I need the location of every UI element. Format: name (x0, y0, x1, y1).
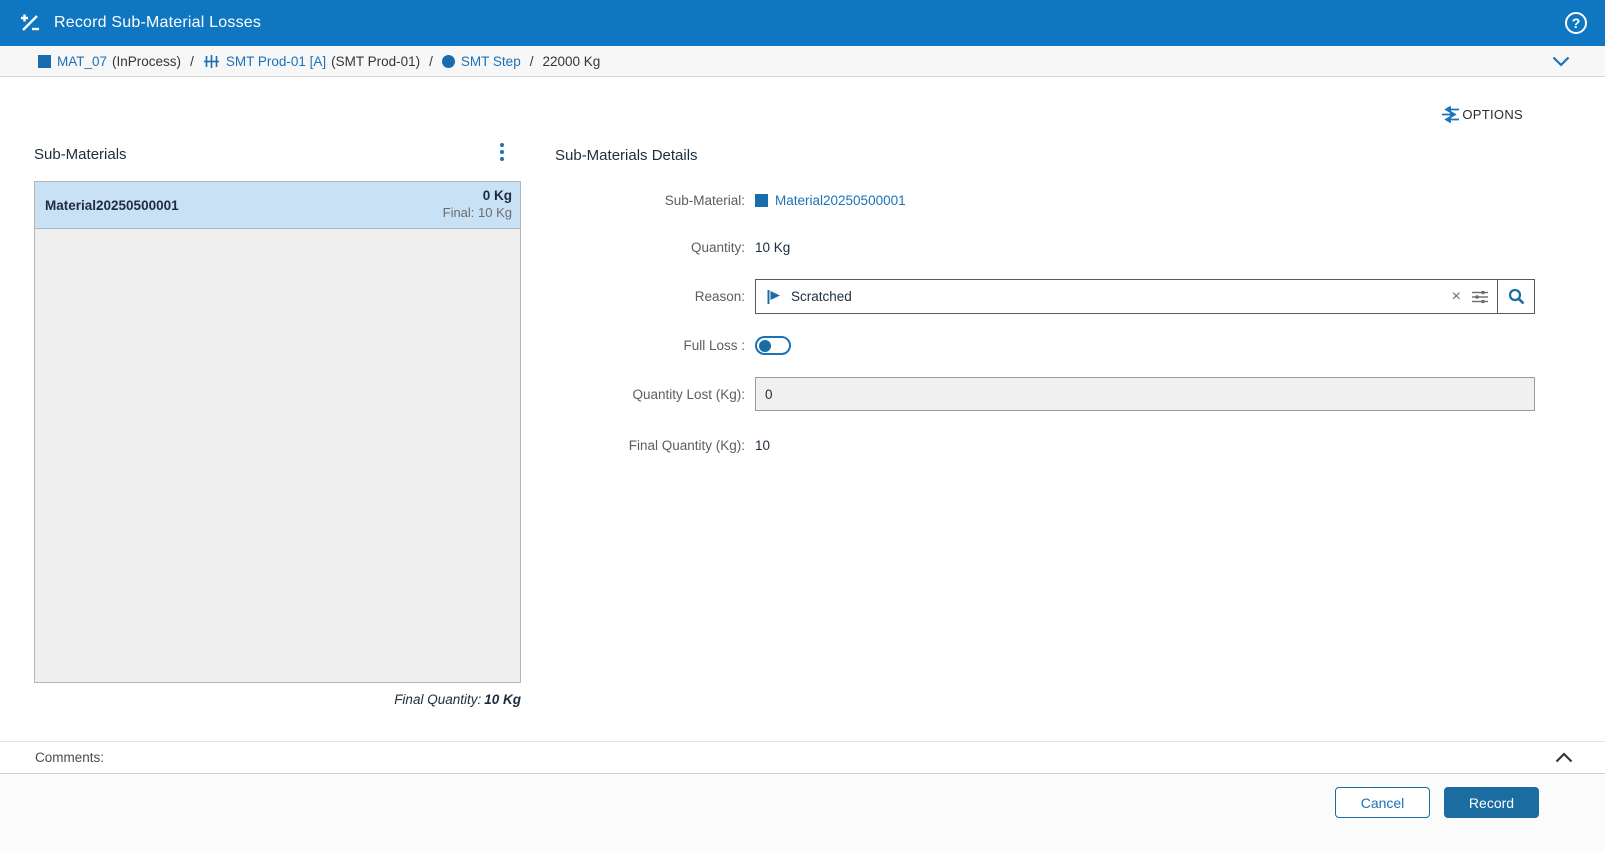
reason-value: Scratched (791, 289, 852, 304)
comments-collapse-chevron-up-icon[interactable] (1555, 752, 1573, 763)
breadcrumb-step-link[interactable]: SMT Step (461, 54, 521, 69)
options-label: OPTIONS (1462, 107, 1523, 122)
full-loss-row: Full Loss : (555, 336, 1530, 355)
reason-flag-icon (766, 289, 783, 305)
final-quantity-row: Final Quantity (Kg): 10 (555, 438, 1530, 453)
quantity-lost-row: Quantity Lost (Kg): (555, 377, 1535, 411)
breadcrumb-collapse-chevron-down-icon[interactable] (1552, 56, 1570, 67)
quantity-label: Quantity: (690, 240, 745, 255)
reason-row: Reason: Scratched × (555, 279, 1535, 314)
record-button[interactable]: Record (1444, 787, 1539, 818)
breadcrumb-separator: / (190, 53, 194, 69)
full-loss-toggle[interactable] (755, 336, 791, 355)
title-bar: Record Sub-Material Losses ? (0, 0, 1605, 46)
details-panel-title: Sub-Materials Details (555, 147, 698, 164)
reason-picker-field[interactable]: Scratched × (755, 279, 1535, 314)
list-item-lost-quantity: 0 Kg (482, 188, 512, 204)
breadcrumb-equipment-link[interactable]: SMT Prod-01 [A] (226, 54, 326, 69)
final-quantity-label: Final Quantity: (394, 692, 482, 707)
quantity-value: 10 Kg (755, 240, 791, 255)
options-button[interactable]: OPTIONS (1441, 106, 1523, 123)
loss-plus-minus-icon (18, 11, 42, 35)
comments-section[interactable]: Comments: (0, 741, 1605, 774)
final-quantity-value: 10 Kg (484, 692, 521, 707)
comments-label: Comments: (35, 750, 105, 765)
breadcrumb: MAT_07 (InProcess) / SMT Prod-01 [A] (SM… (0, 46, 1605, 77)
equipment-icon (203, 54, 220, 69)
full-loss-label: Full Loss : (683, 338, 745, 353)
footer-action-bar: Cancel Record (0, 775, 1605, 851)
quantity-row: Quantity: 10 Kg (555, 240, 1530, 255)
list-item-final-quantity: Final: 10 Kg (442, 205, 512, 221)
details-form: Sub-Material: Material20250500001 Quanti… (555, 186, 1535, 453)
breadcrumb-material-state: (InProcess) (112, 53, 182, 69)
sub-material-link[interactable]: Material20250500001 (775, 193, 906, 208)
breadcrumb-quantity: 22000 Kg (542, 53, 601, 69)
sub-material-row: Sub-Material: Material20250500001 (555, 193, 1530, 208)
page-title: Record Sub-Material Losses (54, 14, 262, 31)
final-quantity-kg-label: Final Quantity (Kg): (628, 438, 745, 453)
breadcrumb-separator: / (429, 53, 433, 69)
sub-materials-list: Material20250500001 0 Kg Final: 10 Kg (34, 181, 521, 683)
reason-label: Reason: (694, 289, 745, 304)
final-quantity-kg-value: 10 (755, 438, 771, 453)
kebab-menu-icon[interactable] (492, 141, 512, 163)
filter-sliders-icon[interactable] (1469, 289, 1497, 305)
final-quantity-summary: Final Quantity: 10 Kg (34, 692, 521, 707)
clear-icon[interactable]: × (1444, 288, 1469, 306)
quantity-lost-input[interactable] (755, 377, 1535, 411)
cancel-button[interactable]: Cancel (1335, 787, 1430, 818)
breadcrumb-material-link[interactable]: MAT_07 (57, 54, 107, 69)
help-icon[interactable]: ? (1565, 12, 1587, 34)
sub-materials-panel-title: Sub-Materials (34, 146, 127, 163)
record-sub-material-losses-window: Record Sub-Material Losses ? MAT_07 (InP… (0, 0, 1605, 851)
quantity-lost-label: Quantity Lost (Kg): (632, 386, 745, 402)
sub-material-label: Sub-Material: (664, 193, 745, 208)
search-icon (1508, 288, 1524, 305)
material-square-icon (755, 194, 768, 207)
material-square-icon (38, 54, 51, 68)
search-button[interactable] (1497, 280, 1534, 313)
list-item-name: Material20250500001 (45, 197, 179, 213)
breadcrumb-equipment-alias: (SMT Prod-01) (331, 53, 421, 69)
options-sliders-icon (1442, 106, 1460, 123)
list-item[interactable]: Material20250500001 0 Kg Final: 10 Kg (35, 182, 520, 229)
step-circle-icon (441, 54, 455, 68)
breadcrumb-separator: / (529, 53, 534, 69)
